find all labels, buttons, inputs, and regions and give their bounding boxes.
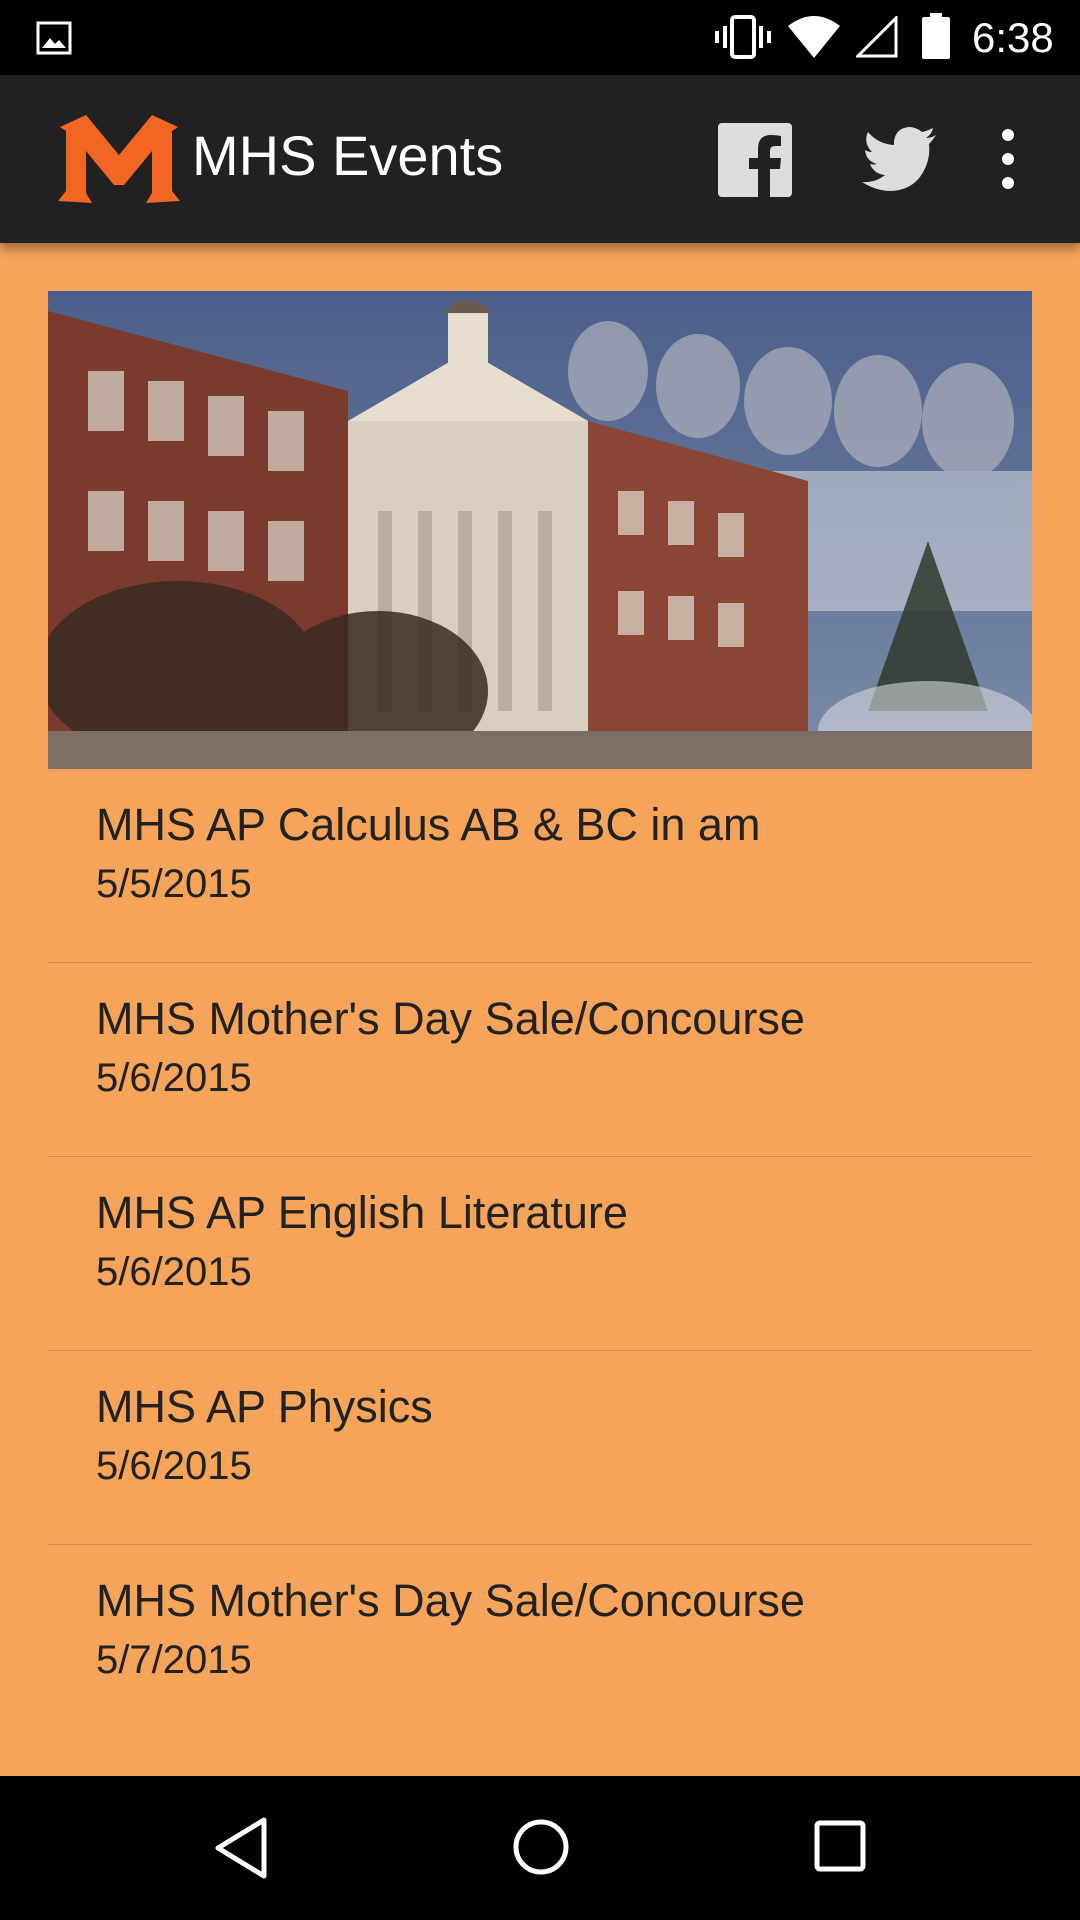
- battery-icon: [922, 13, 950, 59]
- recents-icon[interactable]: [814, 1820, 866, 1872]
- event-date: 5/5/2015: [96, 862, 252, 906]
- event-date: 5/6/2015: [96, 1056, 252, 1100]
- mhs-logo: [58, 115, 180, 203]
- vibrate-icon: [715, 15, 771, 59]
- event-name: MHS AP Calculus AB & BC in am: [96, 799, 761, 850]
- event-name: MHS AP Physics: [96, 1381, 433, 1432]
- image-notification-icon: [36, 21, 72, 55]
- twitter-icon[interactable]: [862, 127, 938, 193]
- list-item[interactable]: MHS AP English Literature 5/6/2015: [48, 1157, 1032, 1351]
- list-item[interactable]: MHS Mother's Day Sale/Concourse 5/6/2015: [48, 963, 1032, 1157]
- event-date: 5/6/2015: [96, 1444, 252, 1488]
- event-name: MHS AP English Literature: [96, 1187, 628, 1238]
- app-title: MHS Events: [192, 124, 504, 187]
- home-icon[interactable]: [512, 1818, 570, 1876]
- cell-signal-icon: [856, 16, 898, 58]
- list-item[interactable]: MHS AP Calculus AB & BC in am 5/5/2015: [48, 769, 1032, 963]
- facebook-icon[interactable]: [718, 123, 792, 197]
- status-bar: 6:38: [0, 0, 1080, 75]
- event-date: 5/7/2015: [96, 1638, 252, 1682]
- more-options-icon[interactable]: [990, 127, 1026, 191]
- back-icon[interactable]: [214, 1816, 270, 1880]
- navigation-bar: [0, 1776, 1080, 1920]
- wifi-icon: [788, 16, 840, 58]
- list-item[interactable]: MHS Mother's Day Sale/Concourse 5/7/2015: [48, 1545, 1032, 1739]
- list-item[interactable]: MHS AP Physics 5/6/2015: [48, 1351, 1032, 1545]
- event-name: MHS Mother's Day Sale/Concourse: [96, 1575, 805, 1626]
- clock: 6:38: [972, 14, 1054, 61]
- events-list: MHS AP Calculus AB & BC in am 5/5/2015 M…: [48, 769, 1032, 1739]
- event-name: MHS Mother's Day Sale/Concourse: [96, 993, 805, 1044]
- app-bar: MHS Events: [0, 75, 1080, 243]
- school-banner-image: [48, 291, 1032, 769]
- event-date: 5/6/2015: [96, 1250, 252, 1294]
- main-content: MHS AP Calculus AB & BC in am 5/5/2015 M…: [0, 243, 1080, 1776]
